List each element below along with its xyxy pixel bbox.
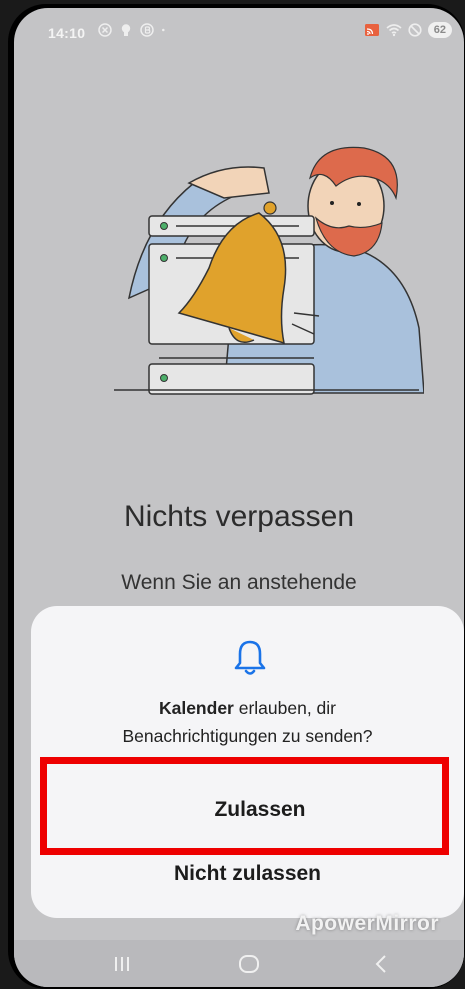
circle-x-icon (98, 23, 112, 37)
phone-frame: 14:10 62 Nichts verpassen Wenn Sie an an… (8, 4, 465, 989)
page-title: Nichts verpassen (123, 500, 355, 533)
cast-icon (364, 24, 379, 36)
battery-level: 62 (427, 22, 452, 38)
screen: 14:10 62 Nichts verpassen Wenn Sie an an… (14, 8, 464, 987)
allow-button[interactable]: Zulassen (63, 764, 457, 856)
status-bar: 14:10 62 (14, 8, 464, 54)
bell-icon (234, 640, 266, 675)
dot-icon (162, 28, 165, 32)
message-rest: erlauben, dir (233, 698, 337, 718)
do-not-disturb-icon (408, 23, 422, 37)
status-time: 14:10 (48, 25, 86, 41)
wifi-icon (386, 24, 402, 37)
circle-b-icon (140, 23, 154, 37)
home-icon[interactable] (237, 952, 261, 976)
permission-dialog: Kalender erlauben, dir Benachrichtigunge… (31, 606, 464, 918)
back-icon[interactable] (370, 952, 394, 976)
navigation-bar (14, 940, 464, 987)
status-right-icons: 62 (364, 22, 452, 38)
status-left-icons (98, 23, 169, 37)
bulb-icon (121, 24, 131, 36)
notification-illustration (114, 146, 424, 395)
recent-apps-icon[interactable] (110, 952, 134, 976)
dialog-message: Kalender erlauben, dir Benachrichtigunge… (31, 694, 464, 750)
watermark: ApowerMirror (295, 912, 439, 935)
page-subtitle: Wenn Sie an anstehende (121, 571, 357, 594)
deny-button[interactable]: Nicht zulassen (31, 854, 464, 894)
message-line2: Benachrichtigungen zu senden? (122, 726, 373, 746)
app-name: Kalender (158, 698, 234, 718)
